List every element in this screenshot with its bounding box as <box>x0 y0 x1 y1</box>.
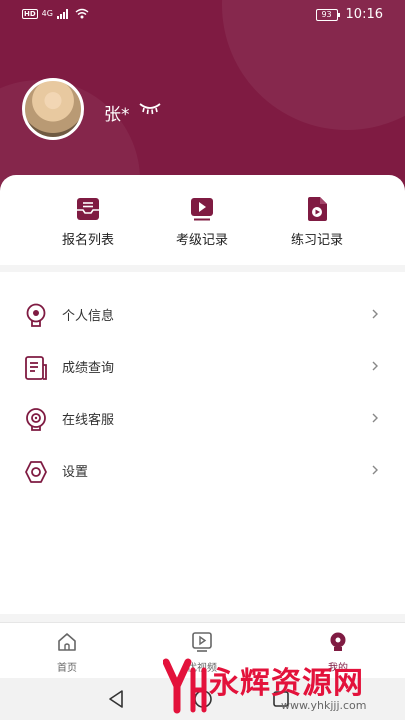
quick-action-exam-record[interactable]: 考级记录 <box>152 195 252 248</box>
quick-action-label: 报名列表 <box>61 233 114 248</box>
personal-info-icon <box>26 303 46 327</box>
username: 张* <box>104 105 130 125</box>
menu-item-label: 在线客服 <box>62 413 115 428</box>
watermark-url: www.yhkjjj.com <box>281 699 367 712</box>
menu-item-label: 成绩查询 <box>62 361 115 376</box>
practice-record-icon <box>308 197 327 221</box>
hd-badge: HD <box>22 8 38 19</box>
customer-service-icon <box>26 408 46 431</box>
watermark-title: 永辉资源网 <box>209 666 364 701</box>
video-icon <box>192 632 212 652</box>
battery-icon: 93 <box>315 8 340 21</box>
menu-item-label: 设置 <box>62 465 89 480</box>
tab-label: 首页 <box>57 663 77 674</box>
chevron-right-icon <box>372 309 378 319</box>
chevron-right-icon <box>372 361 378 371</box>
quick-action-label: 考级记录 <box>175 233 228 248</box>
tab-home[interactable]: 首页 <box>27 631 107 674</box>
signal-icon <box>56 8 68 19</box>
quick-action-label: 练习记录 <box>290 233 343 248</box>
quick-action-practice-record[interactable]: 练习记录 <box>267 195 367 248</box>
profile-icon <box>330 632 346 651</box>
menu-item-settings[interactable]: 设置 <box>0 446 405 496</box>
eye-closed-icon[interactable] <box>138 100 162 116</box>
registration-list-icon <box>77 198 99 220</box>
exam-record-icon <box>191 198 213 221</box>
wifi-icon <box>75 8 89 19</box>
clock: 10:16 <box>345 7 383 22</box>
watermark: 永辉资源网 www.yhkjjj.com <box>163 656 403 716</box>
chevron-right-icon <box>372 413 378 423</box>
watermark-logo-icon <box>163 658 207 714</box>
menu-item-personal-info[interactable]: 个人信息 <box>0 290 405 340</box>
quick-actions-card: 报名列表 考级记录 练习记录 <box>0 175 405 265</box>
menu-item-label: 个人信息 <box>62 309 115 324</box>
back-icon[interactable] <box>107 689 125 709</box>
home-icon <box>58 633 76 651</box>
avatar[interactable] <box>22 78 84 140</box>
menu-item-score-query[interactable]: 成绩查询 <box>0 342 405 392</box>
network-label: 4G <box>41 9 53 18</box>
menu-item-customer-service[interactable]: 在线客服 <box>0 394 405 444</box>
score-query-icon <box>25 356 47 380</box>
chevron-right-icon <box>372 465 378 475</box>
settings-icon <box>25 461 47 483</box>
quick-action-registration-list[interactable]: 报名列表 <box>38 195 138 248</box>
settings-menu: 个人信息 成绩查询 在线客服 设置 <box>0 272 405 614</box>
status-bar: HD 4G 93 10:16 <box>0 0 405 30</box>
